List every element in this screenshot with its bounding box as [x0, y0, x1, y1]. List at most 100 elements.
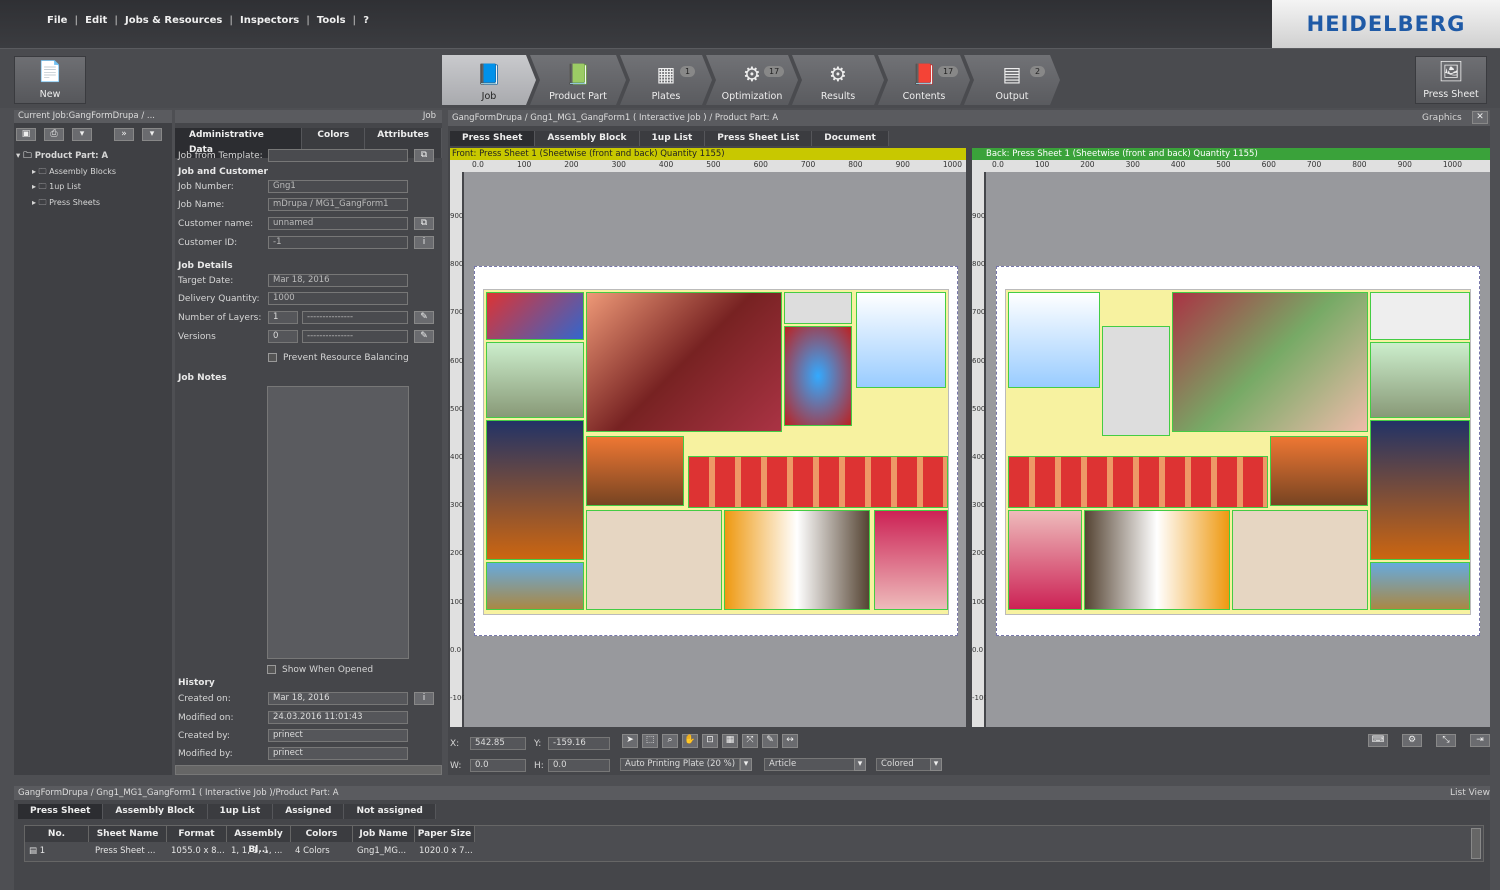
vertical-scrollbar[interactable]	[1471, 828, 1481, 859]
front-canvas[interactable]	[464, 172, 966, 727]
tab-press-sheet[interactable]: Press Sheet	[18, 804, 104, 819]
tab-assigned[interactable]: Assigned	[273, 804, 345, 819]
new-button[interactable]: 📄 New	[14, 56, 86, 104]
workflow-step-optimization[interactable]: ⚙ Optimization 17	[706, 55, 798, 105]
toolbar: 📄 New 📘 Job 📗 Product Part ▦ Plates 1 ⚙ Opti…	[0, 48, 1500, 108]
select-icon[interactable]: ⬚	[642, 734, 658, 748]
h-field[interactable]: 0.0	[548, 759, 610, 772]
customer-name-field[interactable]: unnamed	[268, 217, 408, 230]
pointer-icon[interactable]: ➤	[622, 734, 638, 748]
new-document-icon: 📄	[37, 59, 63, 83]
menu-tools[interactable]: Tools	[310, 15, 353, 26]
prevent-balancing-checkbox[interactable]	[268, 353, 277, 362]
tree-item-1up-list[interactable]: ▸ 🗀 1up List	[32, 181, 81, 195]
col-paper-size[interactable]: Paper Size	[415, 826, 475, 842]
info-icon[interactable]: i	[414, 236, 434, 249]
fit-icon[interactable]: ⤡	[1436, 734, 1456, 747]
show-when-opened-checkbox[interactable]	[267, 665, 276, 674]
workflow-step-contents[interactable]: 📕 Contents 17	[878, 55, 970, 105]
layers-combo[interactable]: ---------------	[302, 311, 408, 324]
back-canvas[interactable]	[986, 172, 1490, 727]
hand-icon[interactable]: ✋	[682, 734, 698, 748]
versions-field[interactable]: 0	[268, 330, 298, 343]
ruler-tick: 200	[1080, 160, 1095, 169]
tree-root[interactable]: ▾ 🗀 Product Part: A	[16, 150, 108, 164]
col-assembly-block[interactable]: Assembly Bl...	[227, 826, 291, 855]
eyedropper-icon[interactable]: ✎	[762, 734, 778, 748]
workflow-step-job[interactable]: 📘 Job	[442, 55, 536, 105]
article-combo[interactable]: Article	[764, 758, 856, 771]
workflow-step-results[interactable]: ⚙ Results	[792, 55, 884, 105]
step-label: Job	[481, 91, 497, 102]
front-horizontal-ruler: 0.0 100 200 300 400 500 600 700 800 900 1000	[450, 160, 966, 172]
customer-browse-icon[interactable]: ⧉	[414, 217, 434, 230]
col-colors[interactable]: Colors	[291, 826, 353, 842]
y-field[interactable]: -159.16	[548, 737, 610, 750]
job-panel: Job Administrative Data Colors Attribute…	[175, 110, 442, 775]
chevron-down-icon[interactable]: ▾	[854, 758, 866, 771]
step-label: Output	[995, 91, 1029, 102]
tab-press-sheet-list[interactable]: Press Sheet List	[705, 131, 813, 146]
print-icon[interactable]: ⎙	[44, 128, 64, 141]
edit-icon[interactable]: ✎	[414, 330, 434, 343]
press-sheet-label: Press Sheet	[1423, 89, 1479, 100]
crop-icon[interactable]: ⊡	[702, 734, 718, 748]
dropdown-icon[interactable]: ▾	[72, 128, 92, 141]
workflow-step-plates[interactable]: ▦ Plates 1	[620, 55, 712, 105]
col-sheet-name[interactable]: Sheet Name	[89, 826, 167, 842]
menu-edit[interactable]: Edit	[78, 15, 114, 26]
job-notes-textarea[interactable]	[267, 386, 409, 659]
menu-inspectors[interactable]: Inspectors	[233, 15, 306, 26]
x-field[interactable]: 542.85	[470, 737, 526, 750]
expand-icon[interactable]: ⤧	[742, 734, 758, 748]
close-icon[interactable]: ✕	[1472, 111, 1488, 124]
col-format[interactable]: Format	[167, 826, 227, 842]
col-no[interactable]: No.	[25, 826, 89, 842]
job-template-field[interactable]	[268, 149, 408, 162]
tab-assembly-block[interactable]: Assembly Block	[103, 804, 208, 819]
chevron-down-icon[interactable]: ▾	[740, 758, 752, 771]
tab-document[interactable]: Document	[812, 131, 889, 146]
grid-icon[interactable]: ▦	[722, 734, 738, 748]
versions-combo[interactable]: ---------------	[302, 330, 408, 343]
job-name-field[interactable]: mDrupa / MG1_GangForm1	[268, 198, 408, 211]
horizontal-scrollbar[interactable]	[175, 765, 442, 775]
tree-item-assembly-blocks[interactable]: ▸ 🗀 Assembly Blocks	[32, 166, 116, 180]
plate-combo[interactable]: Auto Printing Plate (20 %)	[620, 758, 740, 771]
col-job-name[interactable]: Job Name	[353, 826, 415, 842]
tree-item-press-sheets[interactable]: ▸ 🗀 Press Sheets	[32, 197, 100, 211]
press-sheet-button[interactable]: 🖼 Press Sheet	[1415, 56, 1487, 104]
ruler-tick: 400	[1170, 160, 1186, 169]
settings-icon[interactable]: ⚙	[1402, 734, 1422, 747]
w-field[interactable]: 0.0	[470, 759, 526, 772]
measure-icon[interactable]: ↔	[782, 734, 798, 748]
save-icon[interactable]: ▣	[16, 128, 36, 141]
zoom-icon[interactable]: ⌕	[662, 734, 678, 748]
tab-not-assigned[interactable]: Not assigned	[344, 804, 436, 819]
target-date-field[interactable]: Mar 18, 2016	[268, 274, 408, 287]
menu-jobs-resources[interactable]: Jobs & Resources	[118, 15, 229, 26]
chevron-down-icon[interactable]: ▾	[930, 758, 942, 771]
keyboard-icon[interactable]: ⌨	[1368, 734, 1388, 747]
info-icon[interactable]: i	[414, 692, 434, 705]
table-row[interactable]: ▤ 1 Press Sheet ... 1055.0 x 8... 1, 1, …	[25, 844, 475, 858]
next-icon[interactable]: »	[114, 128, 134, 141]
layers-field[interactable]: 1	[268, 311, 298, 324]
customer-id-field[interactable]: -1	[268, 236, 408, 249]
menu-help[interactable]: ?	[356, 15, 376, 26]
workflow-step-output[interactable]: ▤ Output 2	[964, 55, 1060, 105]
tab-assembly-block[interactable]: Assembly Block	[535, 131, 640, 146]
workflow-step-product-part[interactable]: 📗 Product Part	[530, 55, 626, 105]
down-icon[interactable]: ▾	[142, 128, 162, 141]
colored-combo[interactable]: Colored	[876, 758, 932, 771]
ruler-tick: 500	[1216, 160, 1231, 169]
tab-1up-list[interactable]: 1up List	[207, 804, 274, 819]
job-number-field[interactable]: Gng1	[268, 180, 408, 193]
menu-file[interactable]: File	[40, 15, 74, 26]
template-browse-icon[interactable]: ⧉	[414, 149, 434, 162]
tab-1up-list[interactable]: 1up List	[639, 131, 706, 146]
tab-press-sheet[interactable]: Press Sheet	[450, 131, 536, 146]
delivery-quantity-field[interactable]: 1000	[268, 292, 408, 305]
export-icon[interactable]: ⇥	[1470, 734, 1490, 747]
edit-icon[interactable]: ✎	[414, 311, 434, 324]
